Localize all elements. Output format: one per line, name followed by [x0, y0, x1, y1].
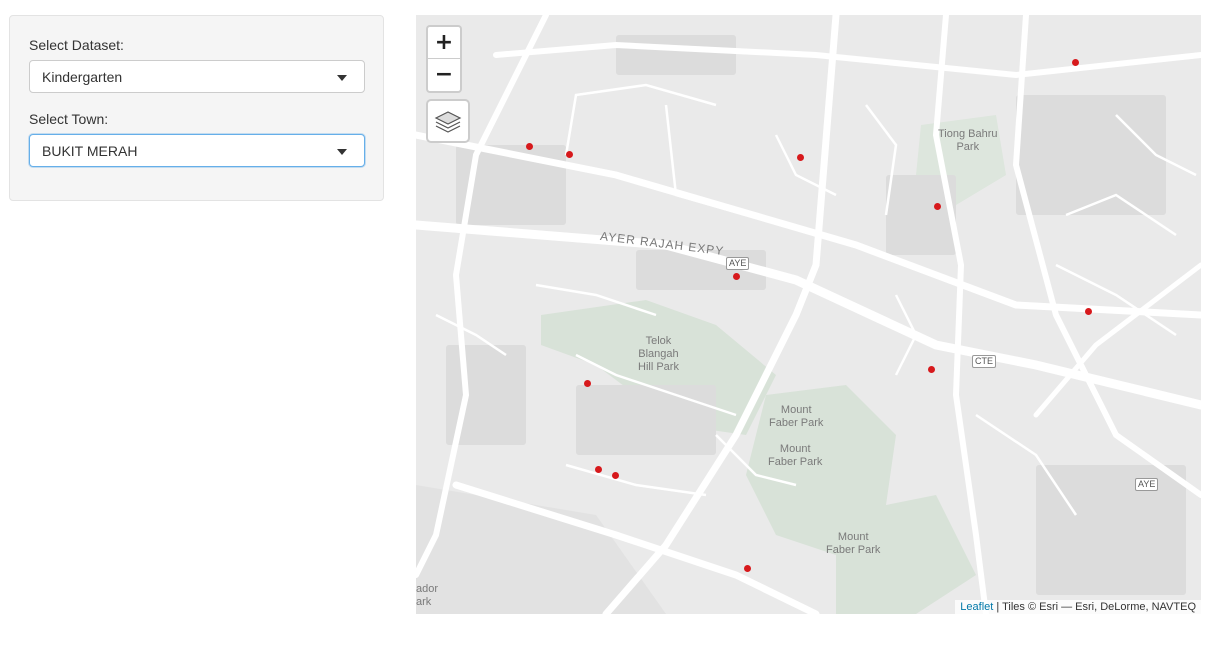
- kindergarten-marker[interactable]: [583, 379, 591, 387]
- dataset-label: Select Dataset:: [29, 37, 124, 53]
- mount-faber-park-label-3: Mount Faber Park: [826, 531, 881, 556]
- dataset-select-value: Kindergarten: [42, 69, 123, 85]
- dataset-select[interactable]: Kindergarten: [29, 60, 365, 93]
- map-tiles: [416, 15, 1201, 614]
- kindergarten-marker[interactable]: [594, 465, 602, 473]
- kindergarten-marker[interactable]: [933, 202, 941, 210]
- mount-faber-park-label-1: Mount Faber Park: [769, 404, 824, 429]
- town-select[interactable]: BUKIT MERAH: [29, 134, 365, 167]
- kindergarten-marker[interactable]: [565, 150, 573, 158]
- kindergarten-marker[interactable]: [927, 365, 935, 373]
- kindergarten-marker[interactable]: [732, 272, 740, 280]
- zoom-in-button[interactable]: +: [428, 27, 460, 59]
- map-attribution: Leaflet | Tiles © Esri — Esri, DeLorme, …: [955, 600, 1201, 614]
- aye-shield: AYE: [726, 257, 750, 270]
- chevron-down-icon: [337, 75, 347, 81]
- zoom-out-button[interactable]: −: [428, 59, 460, 90]
- attribution-text: | Tiles © Esri — Esri, DeLorme, NAVTEQ: [993, 601, 1196, 613]
- tiong-bahru-park-label: Tiong Bahru Park: [938, 128, 998, 153]
- mount-faber-park-label-2: Mount Faber Park: [768, 443, 823, 468]
- map-canvas[interactable]: AYER RAJAH EXPY Tiong Bahru Park Telok Bla…: [416, 15, 1201, 614]
- layers-icon: [434, 111, 462, 133]
- leaflet-link[interactable]: Leaflet: [960, 601, 993, 613]
- zoom-control: + −: [426, 25, 462, 93]
- kindergarten-marker[interactable]: [743, 564, 751, 572]
- town-select-value: BUKIT MERAH: [42, 143, 138, 159]
- telok-blangah-hill-park-label: Telok Blangah Hill Park: [638, 335, 679, 373]
- kindergarten-marker[interactable]: [1071, 58, 1079, 66]
- layers-button[interactable]: [426, 99, 470, 143]
- kindergarten-marker[interactable]: [525, 142, 533, 150]
- sidebar-panel: Select Dataset: Kindergarten Select Town…: [9, 15, 384, 201]
- kindergarten-marker[interactable]: [1084, 307, 1092, 315]
- kindergarten-marker[interactable]: [611, 471, 619, 479]
- cte-shield: CTE: [972, 355, 996, 368]
- town-label: Select Town:: [29, 111, 109, 127]
- edge-park-label: ador ark: [416, 583, 439, 608]
- chevron-down-icon: [337, 149, 347, 155]
- aye-shield: AYE: [1135, 478, 1159, 491]
- kindergarten-marker[interactable]: [796, 153, 804, 161]
